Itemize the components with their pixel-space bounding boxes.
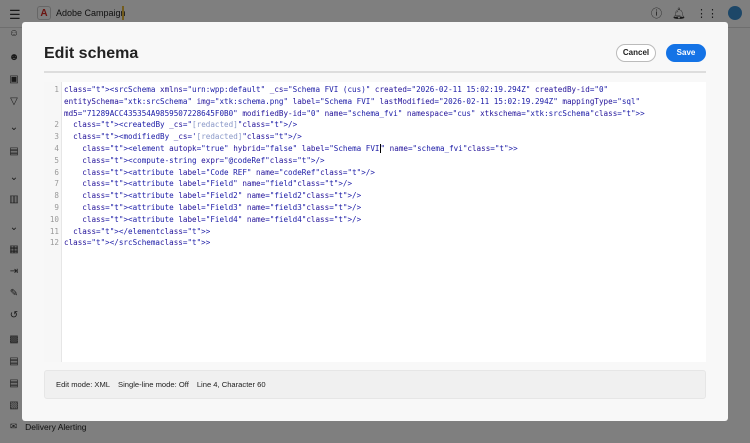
code-text[interactable]: class="t"></srcSchemaclass="t">> [60, 237, 670, 249]
code-line[interactable]: 8 class="t"><attribute label="Field2" na… [44, 190, 706, 202]
line-number: 11 [49, 226, 59, 236]
code-text[interactable]: class="t"><srcSchema xmlns="urn:wpp:defa… [60, 84, 670, 119]
code-text[interactable]: class="t"><attribute label="Code REF" na… [60, 167, 670, 179]
line-number: 8 [54, 191, 59, 201]
code-text[interactable]: class="t"><attribute label="Field3" name… [60, 202, 670, 214]
code-line[interactable]: 12 class="t"></srcSchemaclass="t">> [44, 237, 706, 249]
code-line[interactable]: 2 class="t"><createdBy _cs="[redacted]"c… [44, 119, 706, 131]
line-number: 4 [54, 143, 59, 153]
code-line[interactable]: 9 class="t"><attribute label="Field3" na… [44, 202, 706, 214]
line-number: 6 [54, 167, 59, 177]
code-line[interactable]: 10 class="t"><attribute label="Field4" n… [44, 214, 706, 226]
divider [44, 71, 706, 73]
code-text[interactable]: class="t"><attribute label="Field" name=… [60, 178, 670, 190]
code-text[interactable]: class="t"></elementclass="t">> [60, 226, 670, 238]
code-line[interactable]: 6 class="t"><attribute label="Code REF" … [44, 167, 706, 179]
code-lines: 1 class="t"><srcSchema xmlns="urn:wpp:def… [44, 84, 706, 249]
code-text[interactable]: class="t"><attribute label="Field2" name… [60, 190, 670, 202]
text-caret [379, 143, 381, 153]
line-number: 3 [54, 132, 59, 142]
status-bar: Edit mode: XML Single-line mode: Off Lin… [44, 370, 706, 399]
line-number: 5 [54, 155, 59, 165]
code-text[interactable]: class="t"><compute-string expr="@codeRef… [60, 155, 670, 167]
edit-mode-status: Edit mode: XML [56, 380, 111, 389]
code-text[interactable]: class="t"><createdBy _cs="[redacted]"cla… [60, 119, 670, 131]
save-button[interactable]: Save [666, 44, 706, 62]
line-number: 9 [54, 202, 59, 212]
line-number: 7 [54, 179, 59, 189]
code-line[interactable]: 5 class="t"><compute-string expr="@codeR… [44, 155, 706, 167]
code-line[interactable]: 7 class="t"><attribute label="Field" nam… [44, 178, 706, 190]
cancel-button[interactable]: Cancel [616, 44, 656, 62]
code-line[interactable]: 1 class="t"><srcSchema xmlns="urn:wpp:def… [44, 84, 706, 119]
code-text[interactable]: class="t"><element autopk="true" hybrid=… [60, 143, 670, 155]
code-line[interactable]: 4 class="t"><element autopk="true" hybri… [44, 143, 706, 155]
cursor-position: Line 4, Character 60 [196, 380, 266, 389]
dialog-title: Edit schema [44, 45, 139, 62]
line-number: 1 [54, 85, 59, 94]
line-number: 12 [49, 238, 59, 248]
line-number: 10 [49, 214, 59, 224]
single-line-status: Single-line mode: Off [118, 380, 189, 389]
code-line[interactable]: 3 class="t"><modifiedBy _cs='[redacted]"… [44, 131, 706, 143]
code-text[interactable]: class="t"><attribute label="Field4" name… [60, 214, 670, 226]
xml-code-editor[interactable]: 1 class="t"><srcSchema xmlns="urn:wpp:def… [44, 82, 706, 362]
edit-schema-dialog: Edit schema Cancel Save 1 class="t"><srcS… [22, 22, 728, 421]
code-line[interactable]: 11 class="t"></elementclass="t">> [44, 226, 706, 238]
line-number: 2 [54, 120, 59, 130]
code-text[interactable]: class="t"><modifiedBy _cs='[redacted]"cl… [60, 131, 670, 143]
